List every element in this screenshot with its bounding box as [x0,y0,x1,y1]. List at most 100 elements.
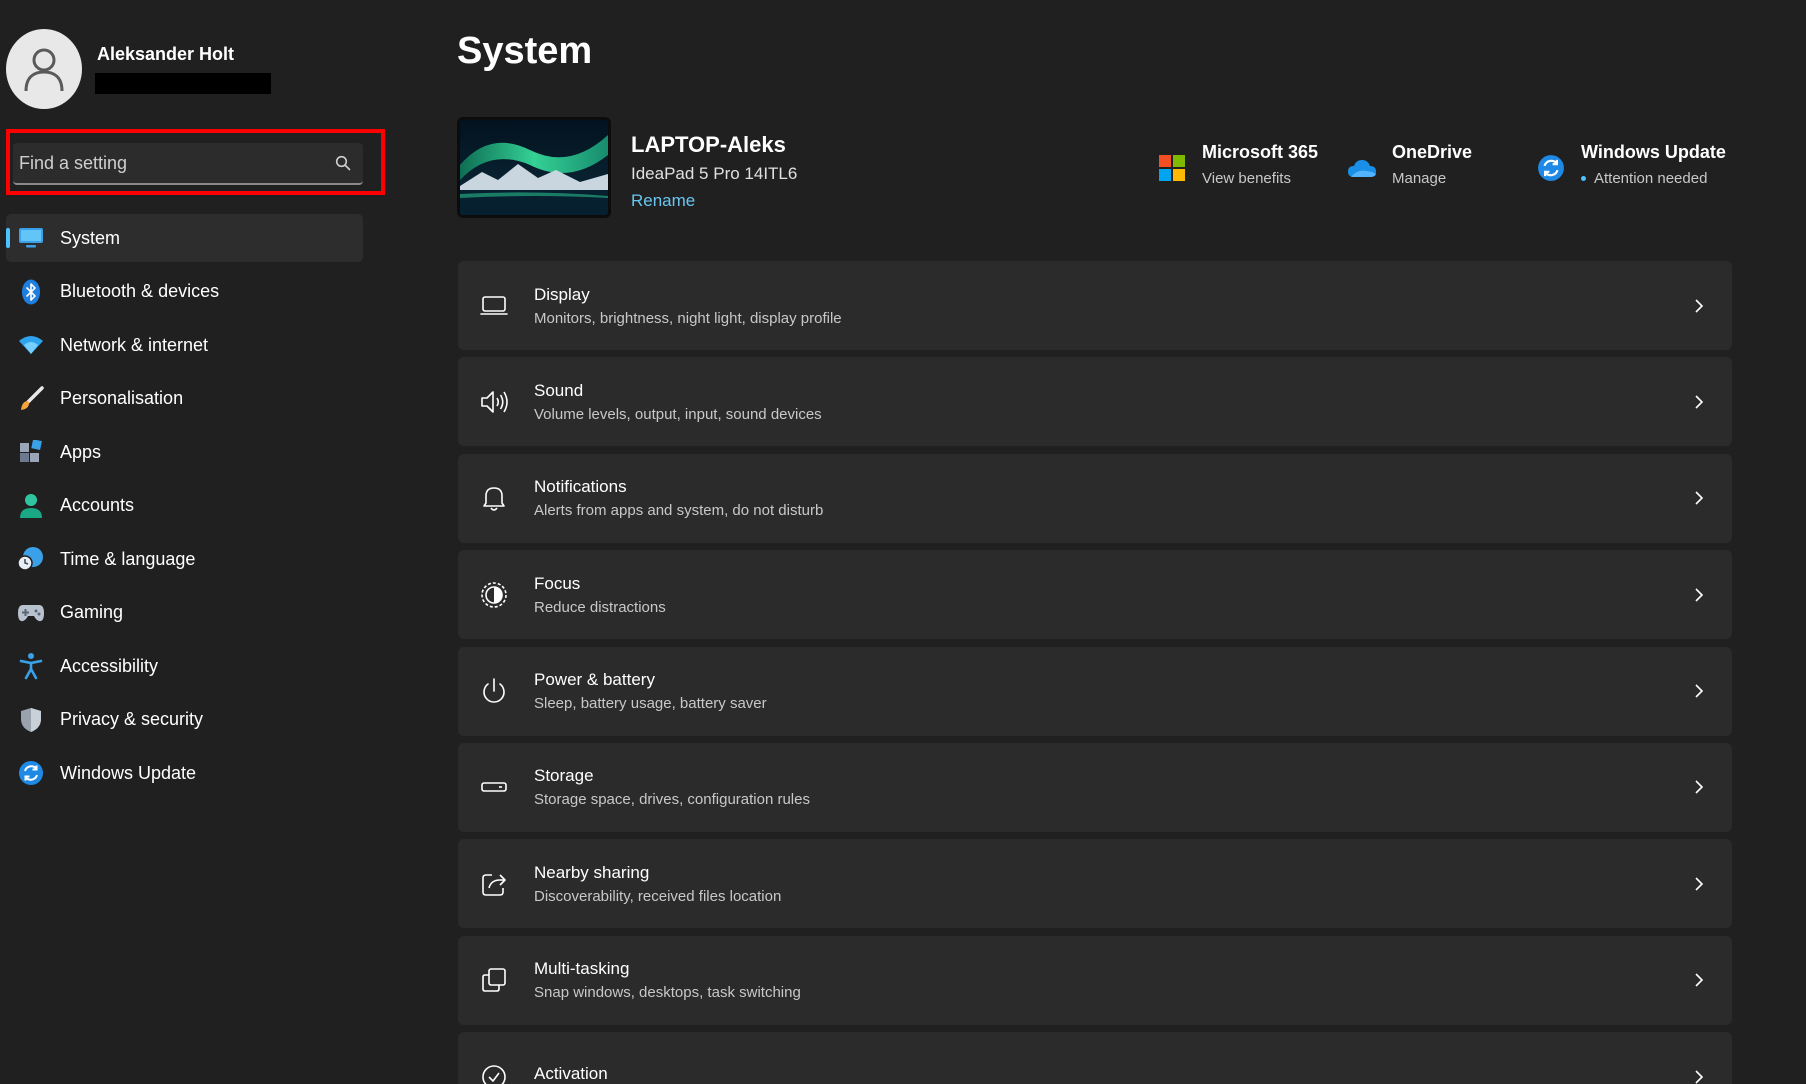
search-box[interactable] [13,143,363,185]
chevron-right-icon [1695,588,1704,602]
page-title: System [457,30,593,72]
sidebar-item-windows-update[interactable]: Windows Update [6,749,363,797]
redacted-email [95,73,271,94]
setting-subtitle: Sleep, battery usage, battery saver [534,695,767,713]
sidebar-item-personalisation[interactable]: Personalisation [6,375,363,423]
clock-globe-icon [17,545,45,573]
sidebar-item-gaming[interactable]: Gaming [6,589,363,637]
power-icon [479,676,509,706]
quick-link-subtitle-text: Manage [1392,170,1447,187]
setting-multi-tasking[interactable]: Multi-tasking Snap windows, desktops, ta… [458,935,1732,1025]
setting-subtitle: Volume levels, output, input, sound devi… [534,405,822,423]
focus-icon [479,580,509,610]
bell-icon [479,483,509,513]
setting-title: Display [534,284,590,304]
brush-icon [17,385,45,413]
setting-power-battery[interactable]: Power & battery Sleep, battery usage, ba… [458,646,1732,736]
sidebar-item-label: Windows Update [60,762,197,783]
sidebar-item-apps[interactable]: Apps [6,428,363,476]
setting-subtitle: Snap windows, desktops, task switching [534,984,801,1002]
sidebar-item-time-language[interactable]: Time & language [6,535,363,583]
gamepad-icon [17,599,45,627]
chevron-right-icon [1695,877,1704,891]
chevron-right-icon [1695,298,1704,313]
aurora-wallpaper-image [460,120,608,215]
setting-subtitle: Monitors, brightness, night light, displ… [534,309,842,327]
sidebar-item-label: Accounts [60,495,135,515]
storage-icon [479,772,509,802]
user-name: Aleksander Holt [97,44,235,64]
setting-nearby-sharing[interactable]: Nearby sharing Discoverability, received… [458,839,1732,929]
attention-dot [1581,176,1586,181]
setting-title: Sound [534,380,584,400]
sidebar-item-label: Apps [60,441,102,462]
settings-list: Display Monitors, brightness, night ligh… [458,261,1732,1084]
sidebar-item-bluetooth[interactable]: Bluetooth & devices [6,268,363,316]
onedrive-cloud-icon [1346,152,1378,184]
setting-sound[interactable]: Sound Volume levels, output, input, soun… [458,357,1732,447]
quick-link-subtitle: Manage [1392,170,1472,187]
windows-update-icon [17,759,45,787]
apps-icon [17,438,45,466]
sidebar-item-network[interactable]: Network & internet [6,321,363,369]
sidebar-item-accessibility[interactable]: Accessibility [6,642,363,690]
sidebar-item-label: Gaming [60,602,124,622]
quick-link-windows-update[interactable]: Windows Update Attention needed [1535,142,1726,187]
display-icon [479,291,509,321]
user-profile[interactable]: Aleksander Holt [6,29,271,109]
chevron-right-icon [1695,684,1704,698]
setting-title: Notifications [534,477,627,497]
setting-title: Multi-tasking [534,959,630,979]
quick-link-subtitle: View benefits [1202,170,1318,187]
sidebar-item-label: System [60,227,121,248]
chevron-right-icon [1695,973,1704,987]
person-icon [24,48,64,92]
system-icon [17,224,45,252]
device-info: LAPTOP-Aleks IdeaPad 5 Pro 14ITL6 Rename [631,132,797,211]
sidebar-item-label: Network & internet [60,334,209,355]
shield-icon [17,706,45,734]
quick-link-subtitle-text: Attention needed [1594,170,1708,187]
accounts-icon [17,492,45,520]
avatar[interactable] [6,29,82,109]
quick-link-subtitle-text: View benefits [1202,170,1291,187]
quick-link-title: OneDrive [1392,142,1473,162]
sidebar-item-label: Personalisation [60,388,184,408]
chevron-right-icon [1695,395,1704,409]
device-name: LAPTOP-Aleks [631,132,786,157]
sidebar-item-label: Accessibility [60,655,159,676]
setting-activation[interactable]: Activation [458,1032,1732,1084]
bluetooth-icon [17,278,45,306]
windows-update-icon [1535,152,1567,184]
rename-link[interactable]: Rename [631,191,695,211]
setting-notifications[interactable]: Notifications Alerts from apps and syste… [458,453,1732,543]
quick-link-subtitle: Attention needed [1581,170,1726,187]
sidebar-item-privacy-security[interactable]: Privacy & security [6,696,363,744]
quick-link-title: Microsoft 365 [1202,142,1319,162]
setting-display[interactable]: Display Monitors, brightness, night ligh… [458,261,1732,350]
quick-link-onedrive[interactable]: OneDrive Manage [1346,142,1472,187]
setting-title: Activation [534,1064,608,1084]
sidebar-item-system[interactable]: System [6,214,363,262]
setting-storage[interactable]: Storage Storage space, drives, configura… [458,742,1732,832]
setting-title: Power & battery [534,670,655,690]
chevron-right-icon [1695,491,1704,505]
search-input[interactable] [19,152,333,174]
device-model: IdeaPad 5 Pro 14ITL6 [631,164,798,183]
search-icon[interactable] [333,153,353,173]
sidebar-item-label: Bluetooth & devices [60,281,220,301]
sidebar-item-label: Time & language [60,548,196,569]
setting-subtitle: Discoverability, received files location [534,887,782,905]
activation-check-icon [479,1062,509,1084]
sidebar-item-accounts[interactable]: Accounts [6,482,363,530]
setting-title: Storage [534,766,594,786]
wifi-icon [17,331,45,359]
chevron-right-icon [1695,1070,1704,1084]
quick-link-microsoft-365[interactable]: Microsoft 365 View benefits [1156,142,1318,187]
setting-title: Nearby sharing [534,862,650,882]
settings-window: Aleksander Holt System [0,0,1806,1084]
accessibility-icon [17,652,45,680]
device-wallpaper-thumbnail [457,117,611,218]
setting-subtitle: Alerts from apps and system, do not dist… [534,502,824,520]
setting-focus[interactable]: Focus Reduce distractions [458,550,1732,640]
